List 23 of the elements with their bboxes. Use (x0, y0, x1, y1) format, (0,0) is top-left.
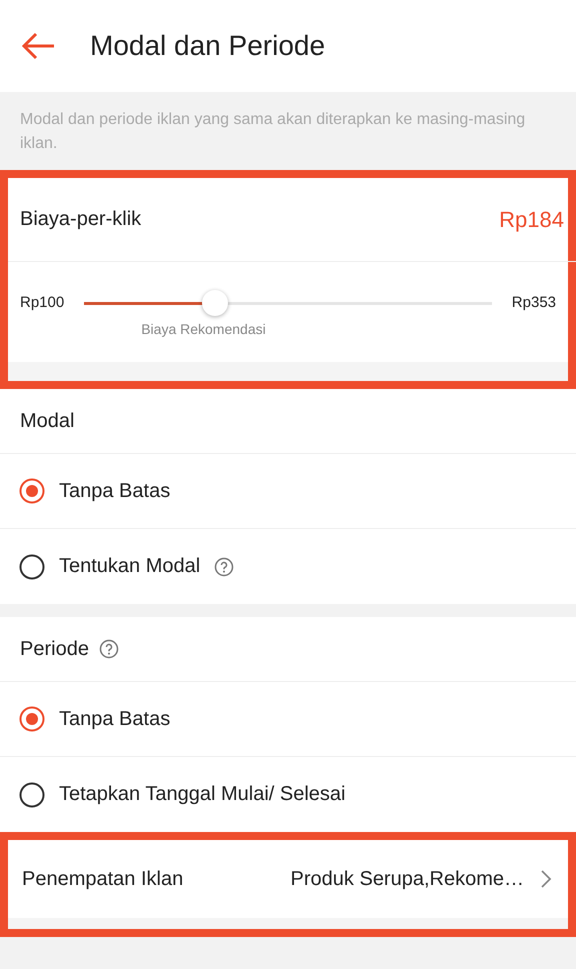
page-title: Modal dan Periode (90, 30, 326, 62)
radio-button[interactable] (19, 478, 45, 504)
option-label: Tentukan Modal (59, 555, 200, 578)
option-label: Tanpa Batas (59, 480, 170, 502)
cpc-value: Rp184 (499, 206, 564, 232)
slider-max-label: Rp353 (512, 293, 556, 313)
chevron-right-icon (540, 869, 552, 889)
slider-thumb[interactable] (202, 290, 228, 316)
back-arrow-icon[interactable] (20, 32, 56, 60)
info-note: Modal dan periode iklan yang sama akan diterapkan ke masing-masing iklan. (20, 111, 526, 152)
cpc-label: Biaya-per-klik (20, 208, 142, 231)
help-icon[interactable] (214, 556, 234, 576)
section-title: Periode (20, 638, 89, 660)
ad-placement-row[interactable]: Penempatan Iklan Produk Serupa,Rekome… (8, 840, 568, 918)
radio-button[interactable] (19, 706, 45, 732)
option-label: Tetapkan Tanggal Mulai/ Selesai (59, 783, 346, 806)
slider-min-label: Rp100 (20, 293, 64, 313)
radio-button[interactable] (19, 554, 45, 580)
help-icon[interactable] (98, 639, 119, 659)
option-label: Tanpa Batas (59, 708, 170, 730)
radio-button[interactable] (19, 782, 45, 808)
slider-caption: Biaya Rekomendasi (141, 321, 267, 337)
section-title: Modal (20, 410, 74, 432)
